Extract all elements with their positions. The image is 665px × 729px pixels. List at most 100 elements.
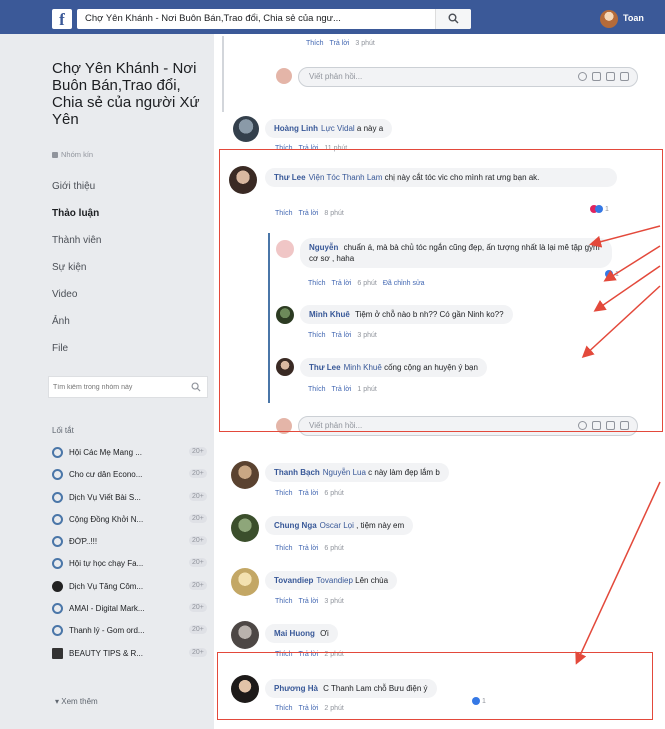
tagged-user[interactable]: Oscar Lọi bbox=[320, 521, 354, 530]
group-icon bbox=[52, 469, 63, 481]
shortcut-badge: 20+ bbox=[189, 513, 207, 523]
reply-link[interactable]: Trả lời bbox=[330, 40, 350, 47]
shortcut-item[interactable]: Hội tự học chạy Fa... 20+ bbox=[52, 555, 212, 577]
facebook-logo[interactable]: f bbox=[52, 9, 72, 29]
thread-connector bbox=[222, 36, 224, 112]
nav-item-discussion[interactable]: Thảo luận bbox=[52, 205, 214, 232]
group-search-box[interactable] bbox=[48, 376, 208, 398]
search-button[interactable] bbox=[435, 9, 471, 29]
comment-bubble: Thanh Bạch Nguyễn Lua c này làm đẹp lắm b bbox=[265, 463, 449, 482]
nav-item-members[interactable]: Thành viên bbox=[52, 232, 214, 259]
avatar[interactable] bbox=[231, 568, 259, 596]
group-search-input[interactable] bbox=[53, 380, 183, 394]
sticker-icon[interactable] bbox=[620, 72, 629, 81]
group-privacy-label: Nhóm kín bbox=[61, 150, 94, 159]
like-link[interactable]: Thích bbox=[275, 598, 293, 605]
shortcut-label[interactable]: Cộng Đồng Khởi N... bbox=[69, 515, 179, 524]
shortcut-label[interactable]: AMAI - Digital Mark... bbox=[69, 604, 179, 613]
comment-actions: Thích Trả lời 6 phút bbox=[275, 490, 344, 497]
global-search-input[interactable]: Chợ Yên Khánh - Nơi Buôn Bán,Trao đổi, C… bbox=[77, 9, 471, 29]
shortcut-item[interactable]: Cho cư dân Econo... 20+ bbox=[52, 466, 212, 488]
reply-input[interactable]: Viết phản hồi... bbox=[298, 67, 638, 87]
comment-bubble: Hoàng Linh Lực Vidal a này a bbox=[265, 119, 393, 138]
nav-item-photos[interactable]: Ảnh bbox=[52, 313, 214, 340]
emoji-icon[interactable] bbox=[578, 72, 587, 81]
search-query-text[interactable]: Chợ Yên Khánh - Nơi Buôn Bán,Trao đổi, C… bbox=[85, 13, 425, 24]
shortcut-label[interactable]: BEAUTY TIPS & R... bbox=[69, 649, 179, 658]
reply-tools bbox=[573, 72, 629, 83]
see-more-link[interactable]: ▾ Xem thêm bbox=[55, 697, 98, 706]
reply-placeholder: Viết phản hồi... bbox=[309, 72, 363, 81]
group-icon bbox=[52, 580, 63, 592]
group-title[interactable]: Chợ Yên Khánh - Nơi Buôn Bán,Trao đổi, C… bbox=[52, 60, 212, 128]
comment-time: 6 phút bbox=[324, 490, 344, 497]
shortcuts-heading: Lối tắt bbox=[52, 426, 74, 435]
comment-text: , tiệm này em bbox=[356, 521, 405, 530]
shortcut-badge: 20+ bbox=[189, 491, 207, 501]
shortcut-item[interactable]: ĐỚP..!!! 20+ bbox=[52, 533, 212, 555]
comment-text: a này a bbox=[356, 124, 384, 133]
nav-item-video[interactable]: Video bbox=[52, 286, 214, 313]
shortcut-label[interactable]: Thanh lý - Gom ord... bbox=[69, 626, 179, 635]
shortcut-label[interactable]: ĐỚP..!!! bbox=[69, 537, 179, 546]
shortcut-item[interactable]: Dịch Vụ Tăng Côm... 20+ bbox=[52, 578, 212, 600]
see-more-label[interactable]: Xem thêm bbox=[61, 697, 97, 706]
shortcut-item[interactable]: BEAUTY TIPS & R... 20+ bbox=[52, 645, 212, 667]
nav-item-files[interactable]: File bbox=[52, 340, 214, 367]
comment-bubble: Mai Huong Ơi bbox=[265, 624, 338, 643]
search-icon[interactable] bbox=[191, 382, 201, 392]
shortcut-badge: 20+ bbox=[189, 536, 207, 546]
shortcut-badge: 20+ bbox=[189, 625, 207, 635]
gif-icon[interactable] bbox=[606, 72, 615, 81]
group-icon bbox=[52, 647, 63, 659]
shortcut-item[interactable]: Thanh lý - Gom ord... 20+ bbox=[52, 622, 212, 644]
commenter-name[interactable]: Thanh Bạch bbox=[274, 468, 320, 477]
shortcut-badge: 20+ bbox=[189, 580, 207, 590]
shortcut-item[interactable]: Cộng Đồng Khởi N... 20+ bbox=[52, 511, 212, 533]
avatar[interactable] bbox=[600, 10, 618, 28]
commenter-name[interactable]: Mai Huong bbox=[274, 629, 315, 638]
comment-bubble: Chung Nga Oscar Lọi , tiệm này em bbox=[265, 516, 414, 535]
tagged-user[interactable]: Tovandiep bbox=[316, 576, 352, 585]
commenter-name[interactable]: Hoàng Linh bbox=[274, 124, 318, 133]
avatar[interactable] bbox=[231, 461, 259, 489]
shortcut-badge: 20+ bbox=[189, 558, 207, 568]
comment-text: Ơi bbox=[320, 629, 329, 638]
comment-text: Lên chùa bbox=[355, 576, 389, 585]
avatar[interactable] bbox=[231, 514, 259, 542]
avatar[interactable] bbox=[233, 116, 259, 142]
reply-link[interactable]: Trả lời bbox=[299, 490, 319, 497]
group-icon bbox=[52, 603, 63, 615]
shortcut-item[interactable]: Hội Các Mẹ Mang ... 20+ bbox=[52, 444, 212, 466]
shortcut-label[interactable]: Dịch Vụ Tăng Côm... bbox=[69, 582, 179, 591]
shortcut-item[interactable]: Dịch Vụ Viết Bài S... 20+ bbox=[52, 489, 212, 511]
like-link[interactable]: Thích bbox=[275, 545, 293, 552]
shortcut-badge: 20+ bbox=[189, 603, 207, 613]
like-link[interactable]: Thích bbox=[275, 490, 293, 497]
reply-link[interactable]: Trả lời bbox=[299, 598, 319, 605]
reply-link[interactable]: Trả lời bbox=[299, 545, 319, 552]
nav-item-events[interactable]: Sự kiện bbox=[52, 259, 214, 286]
group-icon bbox=[52, 447, 63, 458]
avatar[interactable] bbox=[231, 621, 259, 649]
shortcuts-list: Hội Các Mẹ Mang ... 20+ Cho cư dân Econo.… bbox=[52, 444, 212, 667]
group-nav: Giới thiệu Thảo luận Thành viên Sự kiện … bbox=[52, 178, 214, 367]
tagged-user[interactable]: Lực Vidal bbox=[321, 124, 355, 133]
shortcut-item[interactable]: AMAI - Digital Mark... 20+ bbox=[52, 600, 212, 622]
tagged-user[interactable]: Nguyễn Lua bbox=[323, 468, 366, 477]
shortcut-label[interactable]: Cho cư dân Econo... bbox=[69, 470, 179, 479]
commenter-name[interactable]: Tovandiep bbox=[274, 576, 313, 585]
group-icon bbox=[52, 558, 63, 570]
user-name[interactable]: Toan bbox=[623, 13, 644, 23]
group-privacy: Nhóm kín bbox=[52, 150, 93, 159]
shortcut-label[interactable]: Hội tự học chạy Fa... bbox=[69, 559, 179, 568]
comment-text: c này làm đẹp lắm b bbox=[368, 468, 440, 477]
comment-time: 3 phút bbox=[324, 598, 344, 605]
camera-icon[interactable] bbox=[592, 72, 601, 81]
like-link[interactable]: Thích bbox=[306, 40, 324, 47]
nav-item-about[interactable]: Giới thiệu bbox=[52, 178, 214, 205]
commenter-name[interactable]: Chung Nga bbox=[274, 521, 317, 530]
comment-actions: Thích Trả lời 3 phút bbox=[275, 598, 344, 605]
shortcut-label[interactable]: Hội Các Mẹ Mang ... bbox=[69, 448, 179, 457]
shortcut-label[interactable]: Dịch Vụ Viết Bài S... bbox=[69, 493, 179, 502]
